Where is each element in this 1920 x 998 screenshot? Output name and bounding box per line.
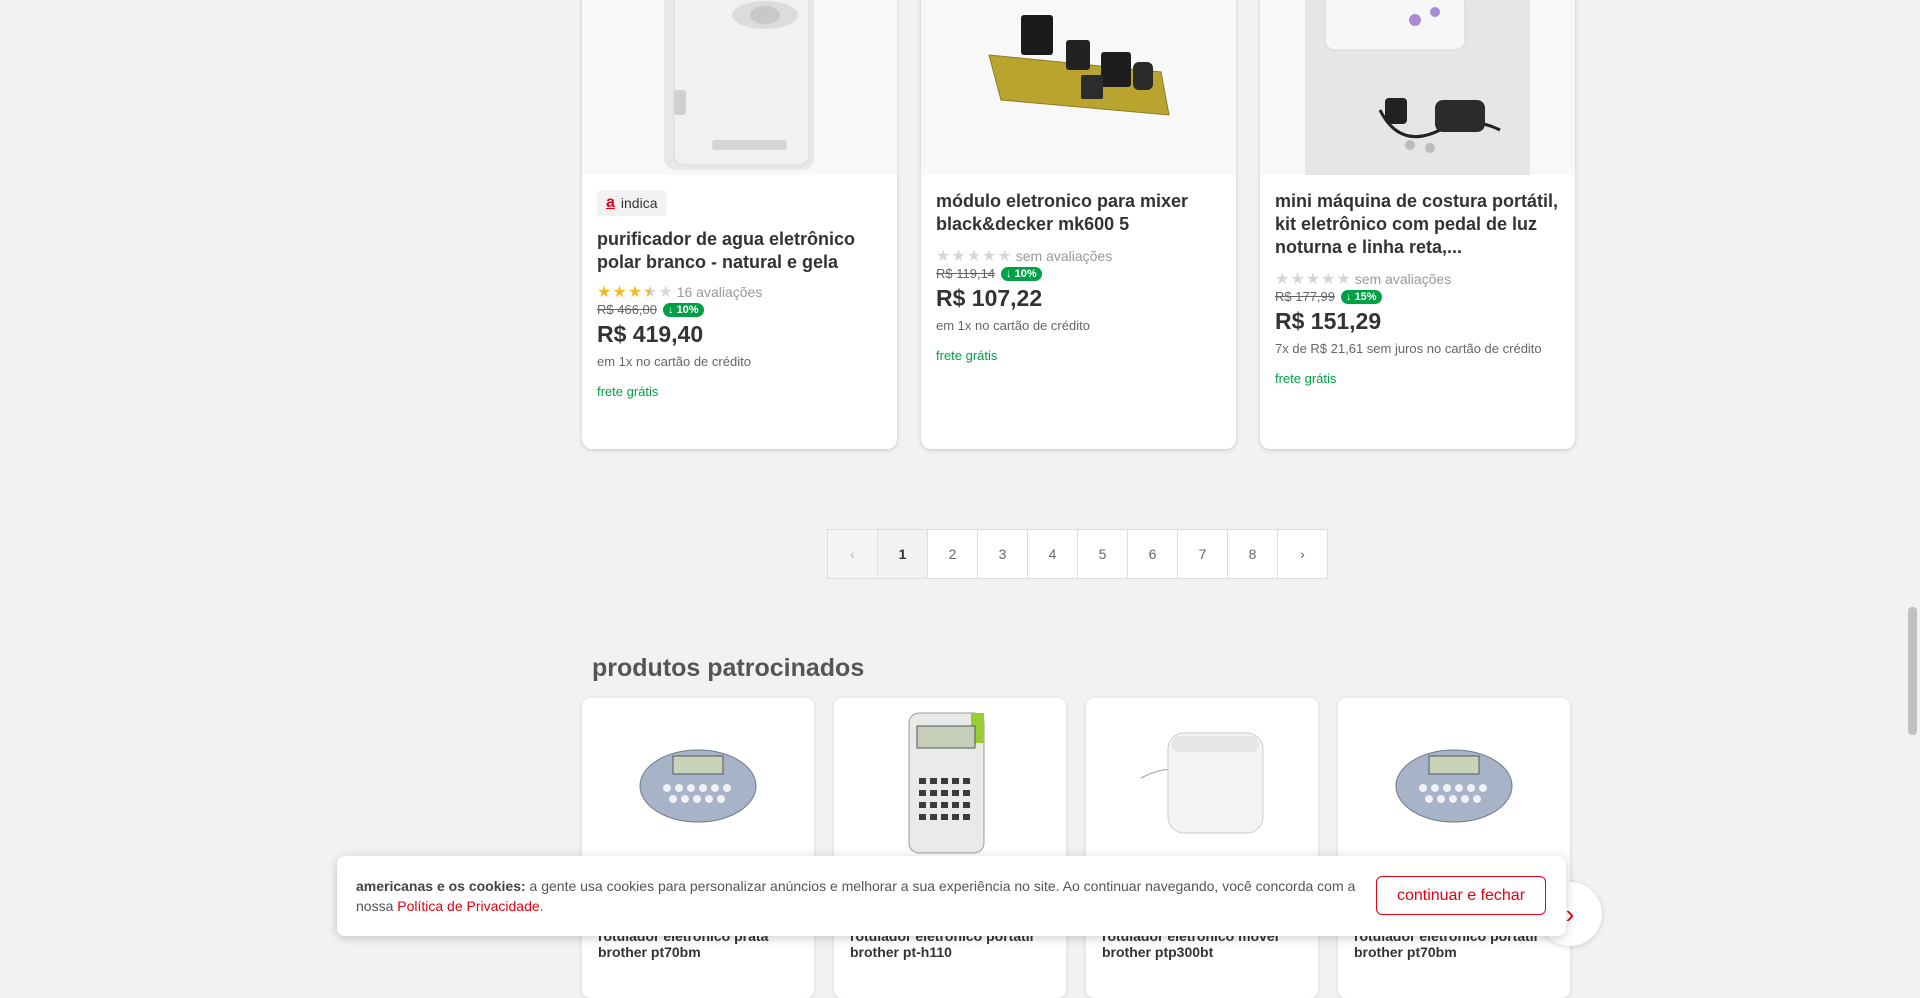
rating-count: 16 avaliações bbox=[676, 284, 763, 300]
free-shipping: frete grátis bbox=[1275, 371, 1337, 386]
cookie-text-bold: americanas e os cookies: bbox=[356, 878, 526, 894]
pagination-page-4[interactable]: 4 bbox=[1027, 529, 1078, 579]
cookie-banner: americanas e os cookies: a gente usa coo… bbox=[337, 856, 1566, 936]
rating-count: sem avaliações bbox=[1015, 248, 1113, 264]
product-image[interactable] bbox=[582, 0, 897, 175]
pagination-page-1[interactable]: 1 bbox=[877, 529, 928, 579]
star-rating-icon: ★ ★ ★ ★ ★ bbox=[936, 248, 1012, 265]
product-title[interactable]: mini máquina de costura portátil, kit el… bbox=[1275, 190, 1560, 259]
product-card[interactable]: a indica purificador de agua eletrônico … bbox=[582, 0, 897, 449]
sponsored-product-card[interactable]: rotulador eletronico portatil brother pt… bbox=[1338, 698, 1570, 998]
rating-count: sem avaliações bbox=[1354, 271, 1452, 287]
old-price: R$ 119,14 bbox=[936, 266, 996, 281]
chevron-right-icon: › bbox=[1300, 546, 1305, 562]
pagination-page-3[interactable]: 3 bbox=[977, 529, 1028, 579]
product-rating: ★ ★ ★ ★ ★ sem avaliações bbox=[1275, 269, 1560, 289]
indica-label: indica bbox=[620, 195, 658, 211]
old-price-row: R$ 466,00 ↓ 10% bbox=[597, 302, 882, 317]
discount-badge: ↓ 10% bbox=[1001, 266, 1042, 281]
old-price-row: R$ 177,99 ↓ 15% bbox=[1275, 289, 1560, 304]
discount-badge: ↓ 15% bbox=[1341, 289, 1382, 304]
product-image[interactable] bbox=[1260, 0, 1575, 175]
sponsored-section-title: produtos patrocinados bbox=[592, 654, 865, 682]
cookie-accept-button[interactable]: continuar e fechar bbox=[1376, 876, 1546, 915]
cookie-text: americanas e os cookies: a gente usa coo… bbox=[356, 876, 1356, 916]
product-price: R$ 107,22 bbox=[936, 285, 1043, 311]
americanas-logo-icon: a bbox=[606, 194, 615, 211]
sponsored-product-card[interactable]: rotulador eletronico movel brother ptp30… bbox=[1086, 698, 1318, 998]
product-title[interactable]: purificador de agua eletrônico polar bra… bbox=[597, 228, 882, 274]
product-image[interactable] bbox=[921, 0, 1236, 175]
pagination-page-6[interactable]: 6 bbox=[1127, 529, 1178, 579]
chevron-right-icon: › bbox=[1565, 898, 1575, 929]
old-price: R$ 466,00 bbox=[597, 302, 657, 317]
pagination-page-2[interactable]: 2 bbox=[927, 529, 978, 579]
product-card[interactable]: módulo eletronico para mixer black&decke… bbox=[921, 0, 1236, 449]
pagination-next-button[interactable]: › bbox=[1277, 529, 1328, 579]
pagination: ‹ 1 2 3 4 5 6 7 8 › bbox=[827, 529, 1328, 579]
indica-badge: a indica bbox=[597, 190, 667, 216]
payment-info: 7x de R$ 21,61 sem juros no cartão de cr… bbox=[1275, 341, 1542, 356]
payment-info: em 1x no cartão de crédito bbox=[597, 354, 751, 369]
privacy-policy-link[interactable]: Política de Privacidade bbox=[397, 898, 539, 914]
scrollbar[interactable] bbox=[1905, 0, 1920, 961]
star-rating-icon: ★ ★ ★ ★ ★ bbox=[1275, 271, 1351, 288]
pagination-page-5[interactable]: 5 bbox=[1077, 529, 1128, 579]
product-price: R$ 151,29 bbox=[1275, 308, 1382, 334]
free-shipping: frete grátis bbox=[597, 384, 659, 399]
discount-badge: ↓ 10% bbox=[663, 302, 704, 317]
old-price-row: R$ 119,14 ↓ 10% bbox=[936, 266, 1221, 281]
pagination-page-8[interactable]: 8 bbox=[1227, 529, 1278, 579]
scrollbar-thumb[interactable] bbox=[1908, 607, 1917, 735]
product-card[interactable]: mini máquina de costura portátil, kit el… bbox=[1260, 0, 1575, 449]
product-price: R$ 419,40 bbox=[597, 321, 704, 347]
pagination-page-7[interactable]: 7 bbox=[1177, 529, 1228, 579]
old-price: R$ 177,99 bbox=[1275, 289, 1335, 304]
pagination-prev-button[interactable]: ‹ bbox=[827, 529, 878, 579]
product-title[interactable]: módulo eletronico para mixer black&decke… bbox=[936, 190, 1221, 236]
cookie-text-end: . bbox=[539, 898, 544, 914]
star-rating-icon: ★ ★ ★ ★ ★ bbox=[597, 284, 673, 301]
product-rating: ★ ★ ★ ★ ★ 16 avaliações bbox=[597, 282, 882, 302]
sponsored-product-card[interactable]: rotulador eletronico portatil brother pt… bbox=[834, 698, 1066, 998]
product-rating: ★ ★ ★ ★ ★ sem avaliações bbox=[936, 246, 1221, 266]
chevron-left-icon: ‹ bbox=[850, 546, 855, 562]
free-shipping: frete grátis bbox=[936, 348, 998, 363]
sponsored-product-card[interactable]: rotulador eletronico prata brother pt70b… bbox=[582, 698, 814, 998]
payment-info: em 1x no cartão de crédito bbox=[936, 318, 1090, 333]
